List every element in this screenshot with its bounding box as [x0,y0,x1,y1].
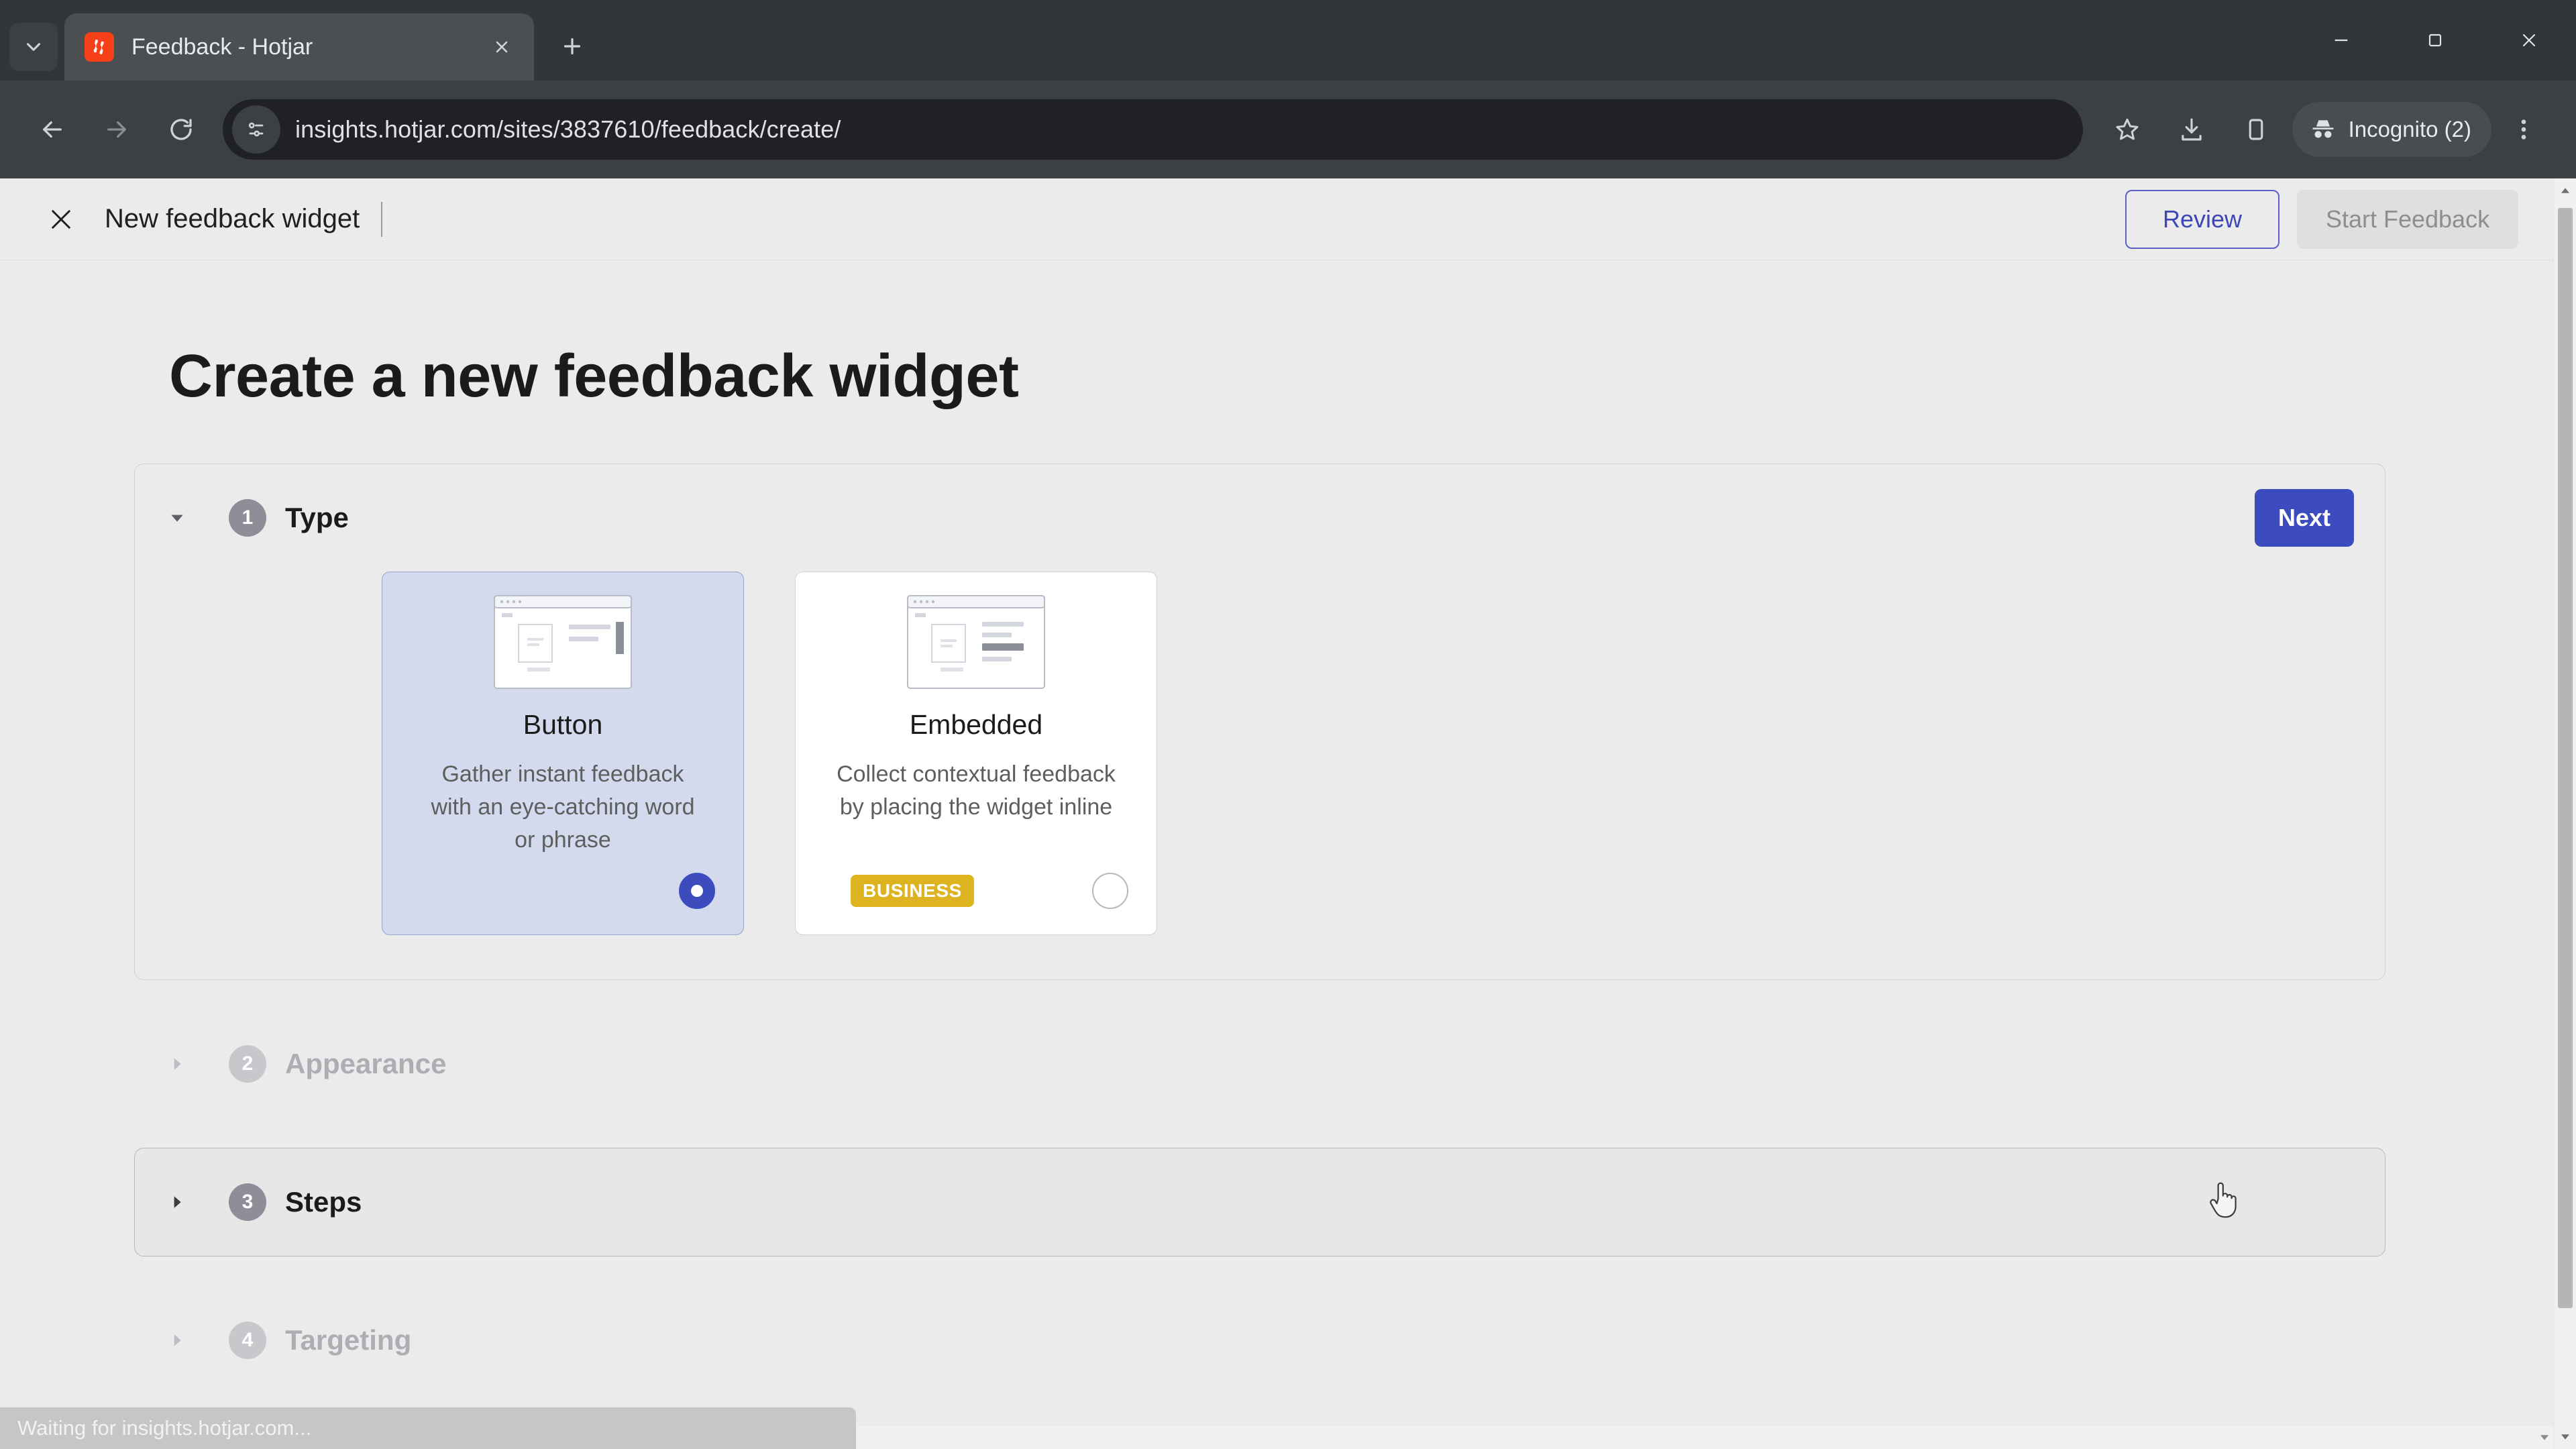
step-header-appearance[interactable]: 2 Appearance [135,1010,2385,1118]
close-x-icon[interactable] [40,199,82,240]
browser-window: Feedback - Hotjar insights.hotjar.com/si… [0,0,2576,1449]
step-header-type[interactable]: 1 Type Next [135,464,2385,572]
step-header-targeting[interactable]: 4 Targeting [135,1287,2385,1394]
main-content: Create a new feedback widget 1 Type Next [0,342,2553,1395]
type-option-radio-button[interactable] [1092,873,1128,909]
side-panel-icon[interactable] [2224,97,2288,162]
step-number-badge: 3 [229,1183,266,1221]
star-icon[interactable] [2095,97,2159,162]
step-label-steps: Steps [285,1186,362,1218]
browser-tab[interactable]: Feedback - Hotjar [64,13,534,80]
maximize-button[interactable] [2388,0,2482,80]
caret-down-icon[interactable] [166,508,189,528]
page-content: New feedback widget Review Start Feedbac… [0,178,2553,1449]
forward-arrow-icon[interactable] [85,97,149,162]
type-option-footer: BUSINESS [796,873,1157,909]
minimize-button[interactable] [2294,0,2388,80]
review-button[interactable]: Review [2125,189,2279,249]
reload-icon[interactable] [149,97,213,162]
window-controls [2294,0,2576,80]
type-option-description: Gather instant feedback with an eye-catc… [431,761,695,853]
vertical-scrollbar-thumb[interactable] [2558,208,2573,1308]
incognito-indicator[interactable]: Incognito (2) [2292,102,2491,157]
app-header: New feedback widget Review Start Feedbac… [0,178,2553,260]
new-tab-button[interactable] [549,23,596,70]
type-option-footer [382,873,743,909]
step-label-type: Type [285,502,349,533]
tab-strip: Feedback - Hotjar [0,0,2576,80]
title-text-cursor [381,201,383,237]
type-option-embedded[interactable]: Embedded Collect contextual feedback by … [795,572,1157,935]
type-option-grid: Button Gather instant feedback with an e… [166,572,2354,935]
tab-search-button[interactable] [9,23,58,71]
next-button[interactable]: Next [2255,489,2354,547]
vertical-scrollbar[interactable] [2553,178,2576,1449]
scroll-right-arrow-icon[interactable] [2538,1433,2551,1445]
page-heading: Create a new feedback widget [169,343,1019,410]
caret-right-icon[interactable] [166,1330,189,1350]
type-option-description: Collect contextual feedback by placing t… [837,761,1116,820]
step-card-targeting[interactable]: 4 Targeting [134,1286,2385,1395]
start-feedback-button[interactable]: Start Feedback [2297,189,2518,249]
incognito-label: Incognito (2) [2348,117,2471,142]
page-title: New feedback widget [105,204,360,233]
browser-with-side-button-mock [494,595,632,689]
type-option-button[interactable]: Button Gather instant feedback with an e… [382,572,744,935]
step-body-type: Button Gather instant feedback with an e… [135,572,2385,979]
step-card-steps[interactable]: 3 Steps [134,1148,2385,1256]
browser-with-inline-widget-mock [907,595,1045,689]
type-option-name: Embedded [909,709,1043,740]
step-label-appearance: Appearance [285,1048,447,1079]
status-bar: Waiting for insights.hotjar.com... [0,1407,856,1449]
business-plan-badge: BUSINESS [851,875,974,907]
step-label-targeting: Targeting [285,1324,412,1356]
tab-close-button[interactable] [484,30,519,64]
step-header-steps[interactable]: 3 Steps [135,1148,2385,1256]
kebab-menu-icon[interactable] [2491,97,2556,162]
page-info-icon[interactable] [232,105,280,154]
step-number-badge: 4 [229,1322,266,1359]
back-arrow-icon[interactable] [20,97,85,162]
step-number-badge: 2 [229,1045,266,1083]
hotjar-favicon [85,32,114,62]
address-bar[interactable]: insights.hotjar.com/sites/3837610/feedba… [223,99,2083,160]
step-card-type[interactable]: 1 Type Next Button Gather instant feedba… [134,464,2385,980]
address-bar-url: insights.hotjar.com/sites/3837610/feedba… [295,115,841,143]
page-viewport: New feedback widget Review Start Feedbac… [0,178,2576,1449]
type-option-radio-button[interactable] [679,873,715,909]
scroll-up-arrow-icon[interactable] [2554,178,2576,203]
browser-toolbar: insights.hotjar.com/sites/3837610/feedba… [0,80,2576,178]
caret-right-icon[interactable] [166,1192,189,1212]
download-icon[interactable] [2159,97,2224,162]
tab-title: Feedback - Hotjar [131,34,313,60]
step-number-badge: 1 [229,499,266,537]
type-option-name: Button [523,709,603,740]
step-card-appearance[interactable]: 2 Appearance [134,1010,2385,1118]
window-close-button[interactable] [2482,0,2576,80]
caret-right-icon[interactable] [166,1054,189,1074]
scroll-down-arrow-icon[interactable] [2554,1425,2576,1449]
